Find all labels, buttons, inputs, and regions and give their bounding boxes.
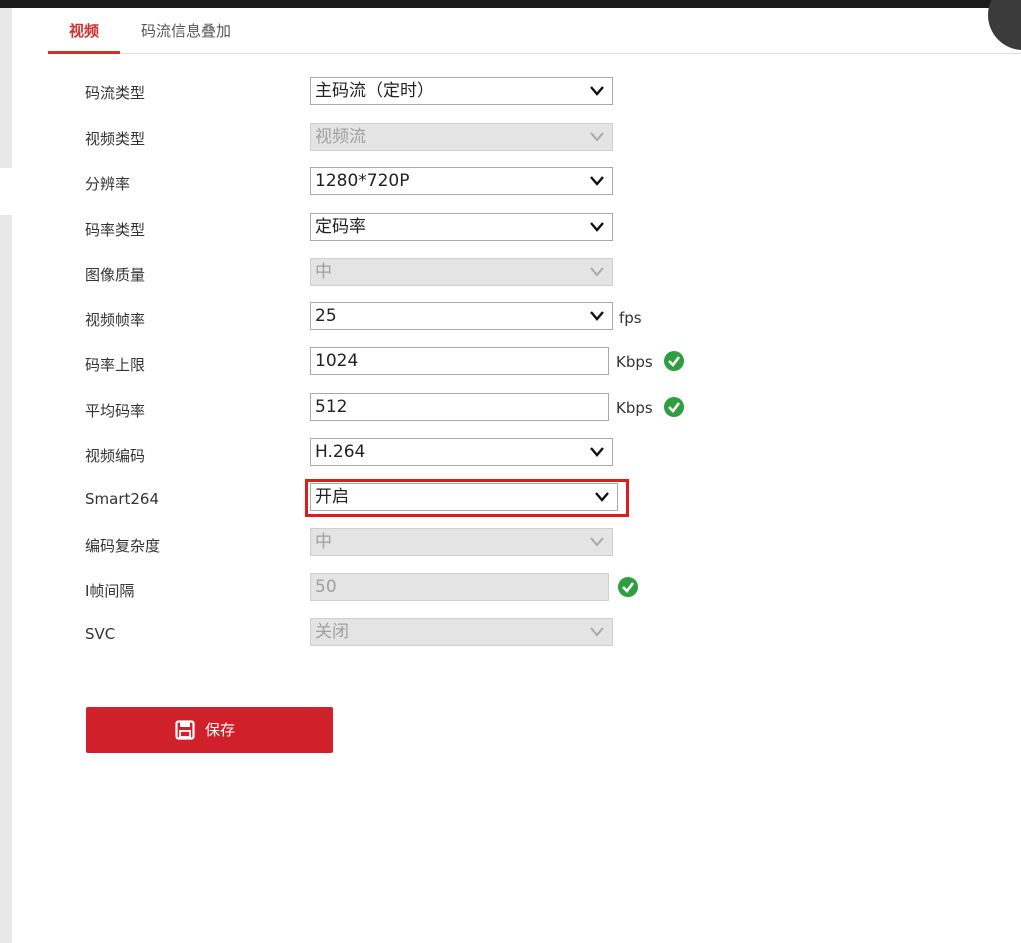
chevron-down-icon (588, 529, 606, 555)
floppy-disk-icon (175, 720, 195, 740)
i-frame-interval-input: 50 (310, 573, 609, 601)
bitrate-type-label: 码率类型 (85, 221, 146, 239)
svc-label: SVC (85, 625, 116, 643)
resolution-value: 1280*720P (315, 171, 410, 191)
image-quality-select: 中 (310, 258, 613, 286)
chevron-down-icon (588, 619, 606, 645)
smart264-highlight-box (305, 479, 629, 517)
chevron-down-icon (588, 303, 606, 329)
avg-bitrate-input[interactable]: 512 (310, 393, 609, 421)
stream-type-label: 码流类型 (85, 84, 146, 102)
bitrate-type-value: 定码率 (315, 217, 366, 237)
frame-rate-unit: fps (619, 309, 642, 327)
chevron-down-icon (588, 259, 606, 285)
resolution-label: 分辨率 (85, 175, 131, 193)
frame-rate-value: 25 (315, 306, 337, 326)
check-circle-icon (664, 397, 684, 417)
resolution-select[interactable]: 1280*720P (310, 167, 613, 195)
svc-value: 关闭 (315, 622, 349, 642)
chevron-down-icon (588, 168, 606, 194)
frame-rate-select[interactable]: 25 (310, 302, 613, 330)
chevron-down-icon (588, 214, 606, 240)
video-encoding-value: H.264 (315, 442, 366, 462)
save-button[interactable]: 保存 (86, 707, 333, 753)
save-button-label: 保存 (205, 721, 236, 739)
bitrate-type-select[interactable]: 定码率 (310, 213, 613, 241)
stream-type-select[interactable]: 主码流（定时） (310, 77, 613, 105)
tab-stream-info-overlay[interactable]: 码流信息叠加 (141, 20, 281, 54)
image-quality-label: 图像质量 (85, 266, 146, 284)
frame-rate-label: 视频帧率 (85, 311, 146, 329)
tab-video[interactable]: 视频 (48, 20, 120, 54)
video-type-label: 视频类型 (85, 130, 146, 148)
check-circle-icon (618, 577, 638, 597)
tab-bar: 视频 码流信息叠加 (48, 8, 1021, 54)
video-type-select: 视频流 (310, 123, 613, 151)
max-bitrate-input[interactable]: 1024 (310, 347, 609, 375)
left-scroll-edge-lower (0, 215, 12, 943)
avg-bitrate-unit: Kbps (616, 399, 653, 417)
left-scroll-edge (0, 8, 12, 168)
svc-select: 关闭 (310, 618, 613, 646)
video-type-value: 视频流 (315, 127, 366, 147)
max-bitrate-label: 码率上限 (85, 356, 146, 374)
encoding-complexity-value: 中 (315, 532, 332, 552)
chevron-down-icon (588, 124, 606, 150)
check-circle-icon (664, 351, 684, 371)
stream-type-value: 主码流（定时） (315, 81, 434, 101)
chevron-down-icon (588, 439, 606, 465)
i-frame-interval-label: I帧间隔 (85, 582, 135, 600)
smart264-label: Smart264 (85, 490, 160, 508)
avg-bitrate-label: 平均码率 (85, 402, 146, 420)
chevron-down-icon (588, 78, 606, 104)
video-encoding-label: 视频编码 (85, 447, 146, 465)
video-encoding-select[interactable]: H.264 (310, 438, 613, 466)
encoding-complexity-select: 中 (310, 528, 613, 556)
max-bitrate-unit: Kbps (616, 353, 653, 371)
encoding-complexity-label: 编码复杂度 (85, 537, 161, 555)
window-top-bar (0, 0, 1021, 8)
image-quality-value: 中 (315, 262, 332, 282)
